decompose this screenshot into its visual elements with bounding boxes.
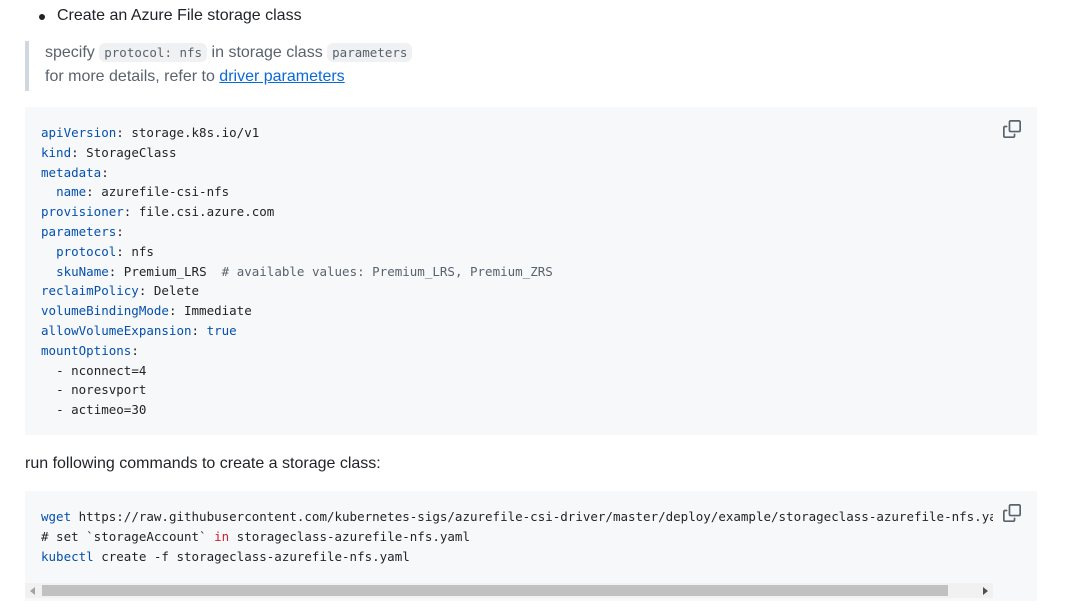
comment-code: `storageAccount` [86,528,207,544]
yaml-key: metadata [41,164,102,180]
blockquote-middle: in storage class [207,44,328,61]
yaml-value: storage.k8s.io/v1 [123,125,260,140]
yaml-code: apiVersion: storage.k8s.io/v1 kind: Stor… [41,123,553,420]
code-line-3: kubectl create -f storageclass-azurefile… [41,549,410,564]
yaml-value: Premium_LRS [116,263,207,279]
yaml-line: metadata: [41,164,109,180]
yaml-list-item: - noresvport [56,382,147,398]
yaml-line: protocol: nfs [41,244,154,259]
yaml-value: file.csi.azure.com [131,204,275,220]
yaml-list-item: - actimeo=30 [56,402,147,418]
blockquote-prefix: specify [45,44,100,61]
yaml-key: name [56,184,87,200]
shell-code: wget https://raw.githubusercontent.com/k… [41,507,993,566]
inline-code-protocol: protocol: nfs [99,43,208,62]
yaml-line: apiVersion: storage.k8s.io/v1 [41,125,260,140]
triangle-right-icon [982,586,988,595]
yaml-line: - nconnect=4 [41,363,146,378]
shell-code-block: wget https://raw.githubusercontent.com/k… [25,491,1037,601]
code-scroll-area[interactable]: wget https://raw.githubusercontent.com/k… [41,507,993,566]
driver-parameters-link[interactable]: driver parameters [219,68,344,85]
horizontal-scrollbar[interactable] [25,583,993,598]
yaml-key: kind [41,144,72,160]
yaml-key: provisioner [41,204,124,220]
yaml-key: parameters [41,223,117,239]
instruction-text: run following commands to create a stora… [25,455,381,472]
list-item: Create an Azure File storage class [39,6,302,26]
copy-icon[interactable] [1003,120,1021,138]
yaml-key: apiVersion [41,125,117,140]
code-line-2: # set `storageAccount` in storageclass-a… [41,529,470,544]
yaml-line: - actimeo=30 [41,402,146,417]
yaml-key: volumeBindingMode [41,303,169,319]
kubectl-args: create -f storageclass-azurefile-nfs.yam… [93,548,410,564]
yaml-value: Delete [146,283,200,299]
yaml-line: mountOptions: [41,342,139,358]
list-item-text: Create an Azure File storage class [57,7,302,24]
scrollbar-thumb[interactable] [42,585,948,596]
yaml-key: reclaimPolicy [41,283,139,299]
yaml-line: parameters: [41,223,124,239]
yaml-code-block: apiVersion: storage.k8s.io/v1 kind: Stor… [25,107,1037,435]
yaml-line: name: azurefile-csi-nfs [41,184,229,199]
scroll-left-button[interactable] [25,583,40,598]
yaml-value: nfs [123,243,154,259]
yaml-line: allowVolumeExpansion: true [41,322,237,338]
yaml-value: true [199,322,237,338]
yaml-value: Immediate [176,303,252,319]
blockquote-line2-prefix: for more details, refer to [45,68,220,85]
yaml-key: allowVolumeExpansion [41,322,192,338]
yaml-comment: # available values: Premium_LRS, Premium… [206,263,553,279]
copy-icon[interactable] [1003,504,1021,522]
inline-code-parameters: parameters [327,43,413,62]
yaml-line: - noresvport [41,382,146,397]
cmd-kubectl: kubectl [41,548,94,564]
yaml-line: provisioner: file.csi.azure.com [41,204,275,220]
yaml-line: volumeBindingMode: Immediate [41,303,252,319]
blockquote: specify protocol: nfs in storage class p… [25,41,605,91]
code-line-1: wget https://raw.githubusercontent.com/k… [41,509,993,524]
yaml-key: protocol [56,243,117,259]
comment-hash: # set [41,528,87,544]
wget-url: https://raw.githubusercontent.com/kubern… [71,509,993,524]
bullet-dot-icon [39,13,45,20]
yaml-key: mountOptions [41,342,132,358]
yaml-line: kind: StorageClass [41,144,177,160]
keyword-in: in [206,528,230,544]
yaml-line: skuName: Premium_LRS # available values:… [41,264,553,279]
scroll-right-button[interactable] [978,583,993,598]
yaml-value: StorageClass [78,144,177,160]
triangle-left-icon [29,586,35,595]
cmd-wget: wget [41,509,72,524]
comment-file: storageclass-azurefile-nfs.yaml [229,528,470,544]
yaml-list-item: - nconnect=4 [56,362,147,378]
yaml-value: azurefile-csi-nfs [93,184,230,200]
yaml-key: skuName [56,263,109,279]
blockquote-line-1: specify protocol: nfs in storage class p… [45,41,605,65]
blockquote-line-2: for more details, refer to driver parame… [45,65,605,89]
yaml-line: reclaimPolicy: Delete [41,283,200,299]
